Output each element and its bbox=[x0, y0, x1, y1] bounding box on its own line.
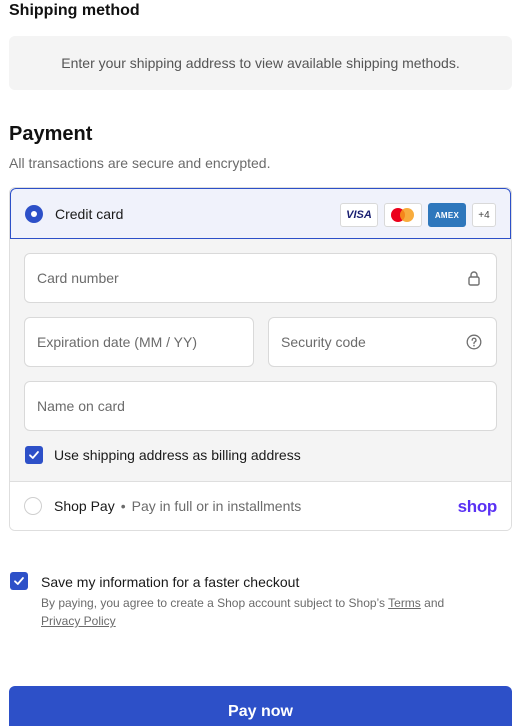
save-info-label: Save my information for a faster checkou… bbox=[41, 574, 300, 590]
shop-pay-description: Pay in full or in installments bbox=[131, 498, 302, 514]
shipping-method-heading: Shipping method bbox=[9, 2, 140, 19]
legal-and: and bbox=[424, 596, 445, 610]
expiration-date-placeholder: Expiration date (MM / YY) bbox=[37, 334, 198, 350]
name-on-card-placeholder: Name on card bbox=[37, 398, 125, 414]
shop-pay-separator: • bbox=[120, 498, 126, 514]
privacy-policy-link[interactable]: Privacy Policy bbox=[41, 614, 116, 628]
payment-heading: Payment bbox=[9, 123, 93, 145]
save-info-checkbox[interactable] bbox=[10, 572, 28, 590]
credit-card-label: Credit card bbox=[55, 205, 124, 222]
billing-address-checkbox[interactable] bbox=[25, 446, 43, 464]
shipping-methods-message: Enter your shipping address to view avai… bbox=[61, 55, 460, 71]
terms-link[interactable]: Terms bbox=[388, 596, 421, 610]
shop-pay-radio[interactable] bbox=[24, 497, 42, 515]
shipping-methods-notice: Enter your shipping address to view avai… bbox=[9, 36, 512, 90]
payment-subtitle: All transactions are secure and encrypte… bbox=[9, 155, 271, 171]
legal-notice: By paying, you agree to create a Shop ac… bbox=[41, 594, 501, 630]
shop-logo: shop bbox=[457, 497, 498, 516]
billing-address-label: Use shipping address as billing address bbox=[54, 447, 301, 463]
security-code-field[interactable]: Security code bbox=[268, 317, 497, 367]
checkmark-icon bbox=[14, 577, 24, 585]
mastercard-icon bbox=[384, 203, 422, 227]
name-on-card-field[interactable]: Name on card bbox=[24, 381, 497, 431]
credit-card-radio[interactable] bbox=[25, 204, 43, 223]
card-details-panel: Card number Expiration date (MM / YY) Se… bbox=[10, 239, 511, 481]
visa-icon: VISA bbox=[340, 203, 378, 227]
payment-options-group: Credit card VISA AMEX +4 Card number Exp… bbox=[9, 187, 512, 531]
more-brands-badge: +4 bbox=[472, 203, 496, 227]
security-code-placeholder: Security code bbox=[281, 334, 366, 350]
expiration-date-field[interactable]: Expiration date (MM / YY) bbox=[24, 317, 254, 367]
help-circle-icon[interactable] bbox=[466, 334, 482, 350]
legal-prefix: By paying, you agree to create a Shop ac… bbox=[41, 596, 386, 610]
shop-pay-label: Shop Pay bbox=[54, 498, 115, 514]
pay-now-button[interactable]: Pay now bbox=[9, 686, 512, 726]
amex-icon: AMEX bbox=[428, 203, 466, 227]
shop-pay-option[interactable]: Shop Pay • Pay in full or in installment… bbox=[10, 481, 511, 530]
lock-icon bbox=[468, 271, 480, 286]
card-brand-badges: VISA AMEX +4 bbox=[340, 203, 496, 227]
card-number-placeholder: Card number bbox=[37, 270, 119, 286]
billing-address-checkbox-row[interactable]: Use shipping address as billing address bbox=[25, 446, 301, 464]
credit-card-option[interactable]: Credit card VISA AMEX +4 bbox=[10, 188, 511, 239]
checkmark-icon bbox=[29, 451, 39, 459]
card-number-field[interactable]: Card number bbox=[24, 253, 497, 303]
